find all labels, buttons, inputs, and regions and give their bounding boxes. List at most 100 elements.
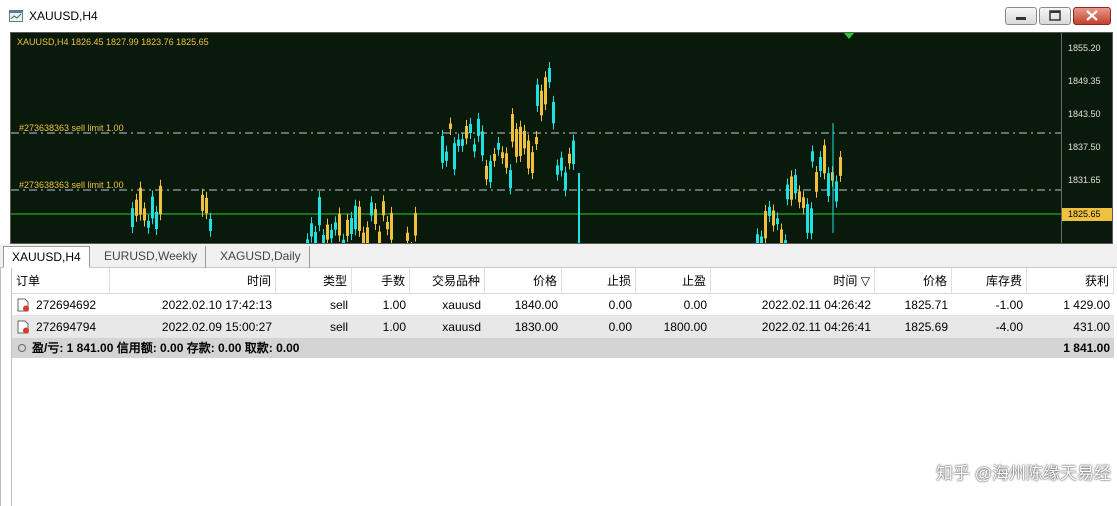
candle-body xyxy=(489,161,492,183)
candle-body xyxy=(155,211,158,230)
price-tick: 1843.50 xyxy=(1068,109,1101,119)
candle-body xyxy=(802,197,805,209)
candle-body xyxy=(527,140,530,169)
candle-body xyxy=(131,208,134,228)
candle-body xyxy=(362,232,365,243)
col-close-price[interactable]: 价格 xyxy=(875,268,952,294)
chart-shift-marker-icon xyxy=(844,33,854,39)
candle-body xyxy=(346,219,349,236)
candle-body xyxy=(139,187,142,215)
col-type[interactable]: 类型 xyxy=(276,268,352,294)
col-stop-loss[interactable]: 止损 xyxy=(562,268,636,294)
candle-body xyxy=(441,136,444,163)
chart-header: XAUUSD,H4 1826.45 1827.99 1823.76 1825.6… xyxy=(17,37,209,47)
col-open-price[interactable]: 价格 xyxy=(485,268,562,294)
candle-body xyxy=(531,152,534,174)
candle-body xyxy=(366,227,369,243)
price-chart[interactable]: XAUUSD,H4 1826.45 1827.99 1823.76 1825.6… xyxy=(10,32,1113,244)
last-price-label: 1825.65 xyxy=(1062,208,1112,221)
table-row[interactable]: 272694692 2022.02.10 17:42:13 sell 1.00 … xyxy=(12,294,1114,316)
candle-body xyxy=(151,196,154,219)
candle-body xyxy=(509,170,512,189)
col-order[interactable]: 订单 xyxy=(12,268,110,294)
candle-body xyxy=(465,126,468,139)
col-open-time[interactable]: 时间 xyxy=(110,268,276,294)
candle-body xyxy=(523,130,526,149)
candle-body xyxy=(457,139,460,146)
tab-xauusd-h4[interactable]: XAUUSD,H4 xyxy=(3,246,90,268)
candle-body xyxy=(473,144,476,152)
candle-body xyxy=(519,126,522,156)
candle-body xyxy=(378,231,381,243)
cell-open-time: 2022.02.09 15:00:27 xyxy=(161,320,272,334)
col-profit[interactable]: 获利 xyxy=(1027,268,1114,294)
order-line-label-1[interactable]: #273638363 sell limit 1.00 xyxy=(19,123,124,133)
candle-body xyxy=(540,90,543,116)
candle-body xyxy=(790,176,793,200)
tab-eurusd-weekly[interactable]: EURUSD,Weekly xyxy=(96,246,207,268)
candle-body xyxy=(810,208,813,234)
terminal-side-strip[interactable] xyxy=(1,268,12,506)
candle-body xyxy=(370,202,373,216)
candle-body xyxy=(560,157,563,171)
col-take-profit[interactable]: 止盈 xyxy=(636,268,711,294)
candle-body xyxy=(756,234,759,243)
cell-profit: 1 429.00 xyxy=(1063,298,1110,312)
cell-take-profit: 0.00 xyxy=(683,298,707,312)
candle-body xyxy=(511,114,514,142)
minimize-button[interactable] xyxy=(1005,7,1037,25)
candle-body xyxy=(536,84,539,106)
close-icon xyxy=(1086,10,1098,21)
col-swap[interactable]: 库存费 xyxy=(952,268,1027,294)
restore-button[interactable] xyxy=(1039,7,1071,25)
cell-open-price: 1840.00 xyxy=(514,298,558,312)
candle-body xyxy=(406,232,409,241)
candle-body xyxy=(493,153,496,161)
col-lots[interactable]: 手数 xyxy=(352,268,410,294)
table-row[interactable]: 272694794 2022.02.09 15:00:27 sell 1.00 … xyxy=(12,316,1114,338)
closed-order-icon xyxy=(17,298,29,312)
candle-body xyxy=(143,208,146,221)
candle-body xyxy=(374,209,377,225)
price-tick: 1837.50 xyxy=(1068,142,1101,152)
candle-body xyxy=(326,224,329,240)
candle-body xyxy=(760,236,763,243)
candle-body xyxy=(350,218,353,235)
col-symbol[interactable]: 交易品种 xyxy=(410,268,485,294)
col-close-time[interactable]: 时间 ▽ xyxy=(711,268,875,294)
candle-body xyxy=(147,220,150,228)
candle-body xyxy=(485,165,488,180)
price-tick: 1849.35 xyxy=(1068,76,1101,86)
candle-body xyxy=(505,153,508,168)
candle-body xyxy=(453,143,456,170)
cell-lots: 1.00 xyxy=(382,298,406,312)
tab-xagusd-daily[interactable]: XAGUSD,Daily xyxy=(212,246,310,268)
candle-body xyxy=(839,156,842,176)
candle-body xyxy=(338,213,341,236)
order-line-label-2[interactable]: #273638363 sell limit 1.00 xyxy=(19,180,124,190)
summary-row[interactable]: 盈/亏: 1 841.00 信用额: 0.00 存款: 0.00 取款: 0.0… xyxy=(12,338,1114,358)
cell-symbol: xauusd xyxy=(442,298,481,312)
window-title: XAUUSD,H4 xyxy=(29,9,98,23)
candle-body xyxy=(382,201,385,216)
candle-body xyxy=(330,229,333,239)
candle-body xyxy=(318,197,321,226)
cell-order: 272694794 xyxy=(36,320,97,334)
cell-type: sell xyxy=(329,298,348,312)
cell-swap: -1.00 xyxy=(995,298,1023,312)
cell-close-price: 1825.69 xyxy=(904,320,948,334)
candle-body xyxy=(358,206,361,231)
candle-body xyxy=(776,218,779,225)
chart-tab-bar: XAUUSD,H4 EURUSD,Weekly XAGUSD,Daily xyxy=(0,244,1117,268)
price-scale[interactable]: 1855.20 1849.35 1843.50 1837.50 1831.65 … xyxy=(1061,33,1112,243)
close-button[interactable] xyxy=(1073,7,1111,25)
candle-body xyxy=(515,129,518,157)
candle-body xyxy=(461,139,464,146)
cell-stop-loss: 0.00 xyxy=(608,320,632,334)
candle-body xyxy=(572,140,575,165)
candle-body xyxy=(835,181,838,202)
summary-total-profit: 1 841.00 xyxy=(1063,341,1110,355)
candle-body xyxy=(806,204,809,233)
summary-text: 盈/亏: 1 841.00 信用额: 0.00 存款: 0.00 取款: 0.0… xyxy=(32,341,300,355)
candle-body xyxy=(314,232,317,243)
